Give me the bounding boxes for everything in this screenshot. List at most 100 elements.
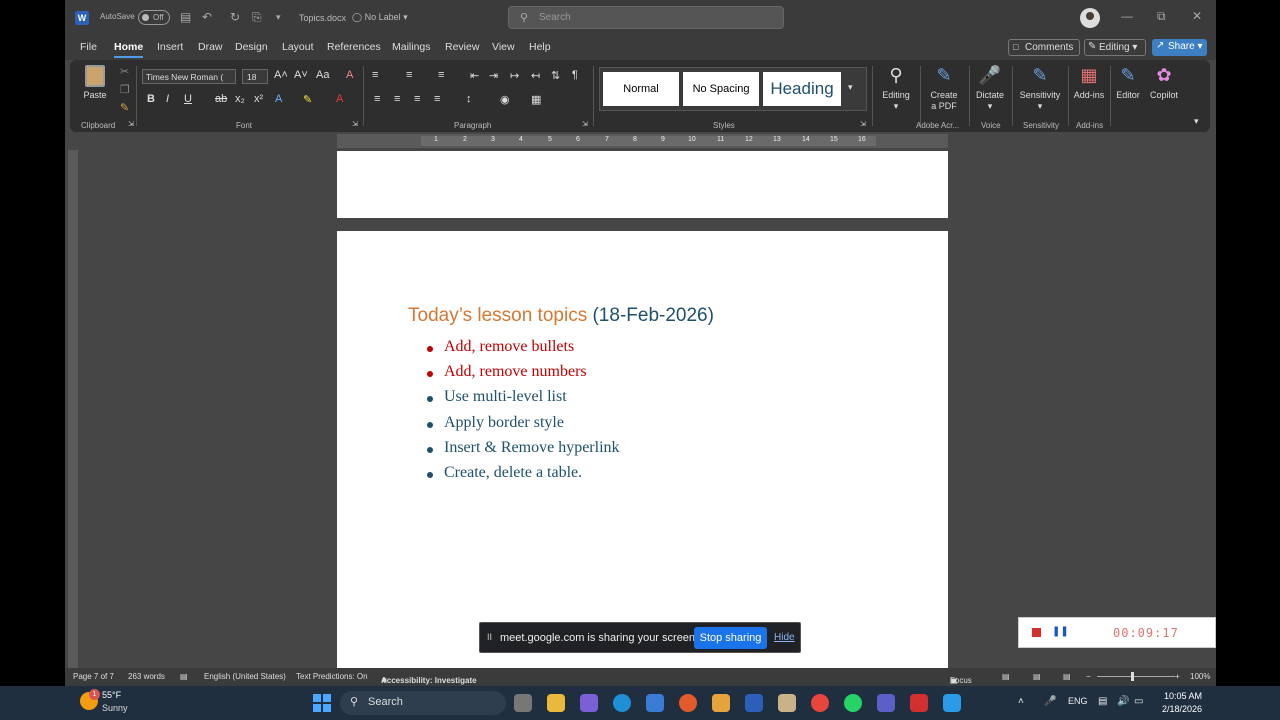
superscript-icon[interactable]: x² — [254, 93, 263, 105]
tab-view[interactable]: View — [492, 41, 515, 53]
addins-button[interactable]: ▦ Add-ins — [1070, 64, 1108, 101]
rtl-icon[interactable]: ↤ — [531, 69, 540, 82]
format-painter-quick-icon[interactable]: ⎘ — [252, 10, 262, 25]
windows-start-icon[interactable] — [313, 694, 331, 712]
bold-icon[interactable]: B — [147, 93, 155, 105]
tray-overflow-icon[interactable]: ˄ — [1018, 696, 1024, 707]
copilot-button[interactable]: ✿ Copilot — [1144, 64, 1184, 101]
numbering-icon[interactable]: ≡ — [406, 69, 412, 81]
cut-icon[interactable]: ✂ — [120, 65, 129, 78]
comments-button[interactable]: □ Comments — [1008, 39, 1080, 56]
line-spacing-icon[interactable]: ↕ — [466, 93, 472, 105]
customize-qat-icon[interactable]: ▾ — [276, 12, 281, 23]
editing-button[interactable]: ⚲ Editing ▾ — [875, 64, 917, 112]
style-heading[interactable]: Heading — [763, 72, 841, 106]
word-alt-icon[interactable] — [778, 694, 796, 712]
drag-handle-icon[interactable]: II — [487, 632, 492, 642]
teams-icon[interactable] — [877, 694, 895, 712]
acrobat-icon[interactable] — [910, 694, 928, 712]
file-explorer-icon[interactable] — [547, 694, 565, 712]
battery-icon[interactable]: ▭ — [1134, 696, 1143, 707]
snip-app-icon[interactable] — [712, 694, 730, 712]
tab-home[interactable]: Home — [114, 41, 144, 58]
clipboard-launcher-icon[interactable]: ⇲ — [128, 120, 134, 128]
style-no-spacing[interactable]: No Spacing — [683, 72, 759, 106]
tab-file[interactable]: File — [80, 41, 97, 53]
input-language[interactable]: ENG — [1068, 696, 1088, 706]
network-icon[interactable]: ▤ — [1098, 696, 1107, 707]
list-item[interactable]: Apply border style — [424, 414, 620, 439]
paste-button[interactable]: Paste — [80, 65, 110, 100]
decrease-indent-icon[interactable]: ⇤ — [470, 69, 479, 82]
previous-page[interactable] — [337, 151, 948, 218]
sensitivity-button[interactable]: ✎ Sensitivity ▾ — [1014, 64, 1066, 112]
minimize-icon[interactable]: — — [1121, 9, 1133, 23]
styles-more-icon[interactable]: ▾ — [848, 82, 853, 93]
avatar[interactable] — [1080, 8, 1100, 28]
tab-design[interactable]: Design — [235, 41, 268, 53]
tab-help[interactable]: Help — [529, 41, 551, 53]
read-mode-icon[interactable]: ▤ — [1002, 672, 1010, 681]
word-taskbar-icon[interactable] — [745, 694, 763, 712]
subscript-icon[interactable]: x₂ — [235, 93, 245, 105]
font-name-select[interactable]: Times New Roman ( — [142, 69, 236, 84]
change-case-icon[interactable]: Aa — [316, 69, 329, 81]
align-right-icon[interactable]: ≡ — [414, 93, 420, 105]
collapse-ribbon-icon[interactable]: ▾ — [1194, 116, 1199, 127]
horizontal-ruler[interactable]: 1 2 3 4 5 6 7 8 9 10 11 12 13 14 15 16 — [337, 134, 948, 148]
sort-icon[interactable]: ⇅ — [551, 69, 560, 82]
zoom-slider-thumb[interactable] — [1131, 672, 1134, 681]
lesson-heading[interactable]: Today’s lesson topics (18-Feb-2026) — [408, 305, 714, 327]
close-icon[interactable]: ✕ — [1192, 9, 1202, 23]
stop-sharing-button[interactable]: Stop sharing — [694, 627, 767, 649]
task-view-icon[interactable] — [514, 694, 532, 712]
system-clock[interactable]: 10:05 AM 2/18/2026 — [1155, 690, 1202, 716]
proofing-icon[interactable]: ▤ — [180, 672, 188, 681]
tab-insert[interactable]: Insert — [157, 41, 183, 53]
edge-icon[interactable] — [613, 694, 631, 712]
list-item[interactable]: Create, delete a table. — [424, 464, 620, 489]
paragraph-launcher-icon[interactable]: ⇲ — [582, 120, 588, 128]
font-launcher-icon[interactable]: ⇲ — [352, 120, 358, 128]
increase-indent-icon[interactable]: ⇥ — [489, 69, 498, 82]
list-item[interactable]: Add, remove numbers — [424, 363, 620, 388]
document-page[interactable]: Today’s lesson topics (18-Feb-2026) Add,… — [337, 231, 948, 686]
taskbar-search[interactable]: ⚲ Search — [340, 691, 506, 715]
list-item[interactable]: Insert & Remove hyperlink — [424, 439, 620, 464]
align-center-icon[interactable]: ≡ — [394, 93, 400, 105]
pause-recording-icon[interactable]: ❚❚ — [1052, 626, 1069, 637]
borders-icon[interactable]: ▦ — [531, 93, 541, 106]
sensitivity-label[interactable]: ◯ No Label ▾ — [352, 12, 408, 23]
underline-icon[interactable]: U — [184, 93, 192, 105]
record-app-icon[interactable] — [679, 694, 697, 712]
tab-review[interactable]: Review — [445, 41, 479, 53]
text-effects-icon[interactable]: A — [275, 93, 282, 105]
chrome-icon[interactable] — [811, 694, 829, 712]
font-color-icon[interactable]: A — [336, 93, 343, 105]
web-layout-icon[interactable]: ▤ — [1063, 672, 1071, 681]
text-predictions-status[interactable]: Text Predictions: On — [296, 672, 368, 681]
search-box[interactable]: ⚲ Search — [508, 6, 784, 29]
hide-banner-link[interactable]: Hide — [774, 632, 795, 643]
align-left-icon[interactable]: ≡ — [374, 93, 380, 105]
word-count[interactable]: 263 words — [128, 672, 165, 681]
font-size-select[interactable]: 18 — [242, 69, 268, 84]
tab-references[interactable]: References — [327, 41, 381, 53]
styles-launcher-icon[interactable]: ⇲ — [860, 120, 866, 128]
share-button[interactable]: ↗ Share ▾ — [1152, 39, 1207, 56]
tab-layout[interactable]: Layout — [282, 41, 314, 53]
dictate-button[interactable]: 🎤 Dictate ▾ — [970, 64, 1010, 112]
create-pdf-button[interactable]: ✎ Create a PDF — [920, 64, 968, 112]
undo-icon[interactable]: ↶ — [202, 10, 212, 24]
editing-mode-button[interactable]: ✎ Editing ▾ — [1084, 39, 1146, 56]
format-painter-icon[interactable]: ✎ — [120, 101, 129, 114]
tab-draw[interactable]: Draw — [198, 41, 223, 53]
highlight-icon[interactable]: ✎ — [303, 93, 312, 106]
zoom-level[interactable]: 100% — [1190, 672, 1210, 681]
vertical-ruler[interactable] — [68, 150, 78, 670]
clear-formatting-icon[interactable]: A — [346, 69, 353, 81]
multilevel-list-icon[interactable]: ≡ — [438, 69, 444, 81]
print-layout-icon[interactable]: ▤ — [1033, 672, 1041, 681]
editor-button[interactable]: ✎ Editor — [1112, 64, 1144, 101]
shading-icon[interactable]: ◉ — [500, 93, 510, 106]
